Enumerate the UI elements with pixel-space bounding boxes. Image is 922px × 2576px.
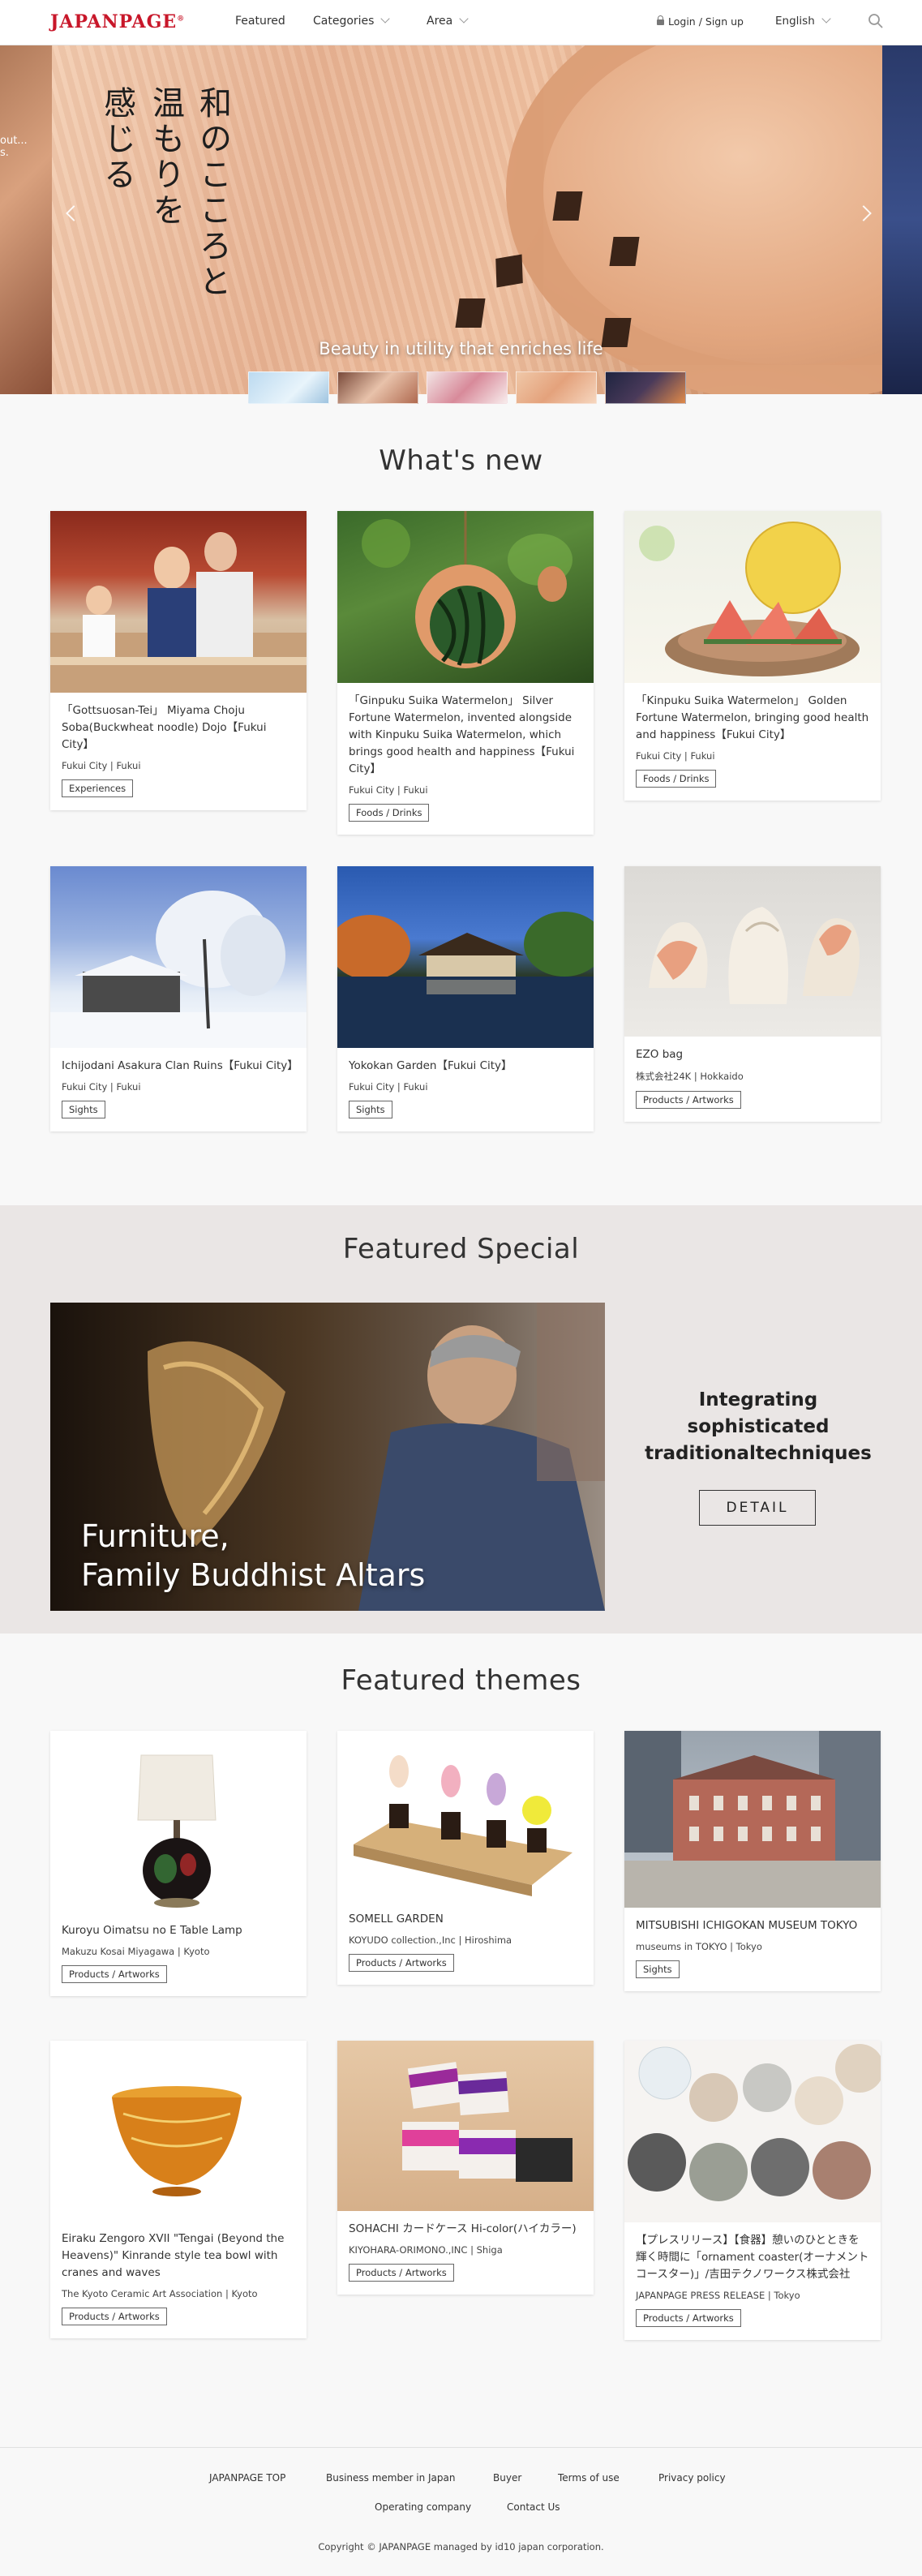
news-card[interactable]: 「Kinpuku Suika Watermelon」 Golden Fortun… [624,511,881,801]
language-select[interactable]: English [775,14,831,28]
news-card-location: Fukui City | Fukui [349,1081,428,1093]
theme-card-location: KIYOHARA-ORIMONO.,INC | Shiga [349,2244,503,2256]
theme-card-image [337,2041,594,2211]
lock-icon [657,15,664,25]
news-card[interactable]: Ichijodani Asakura Clan Ruins【Fukui City… [50,866,307,1131]
news-card-image [50,511,307,693]
category-tag[interactable]: Products / Artworks [349,1954,454,1972]
hero-vertical-text-3: 感じる [98,86,135,193]
detail-button[interactable]: DETAIL [699,1490,816,1526]
copyright-text: Copyright © JAPANPAGE managed by id10 ja… [318,2541,604,2552]
login-link[interactable]: Login / Sign up [657,15,744,28]
category-tag[interactable]: Sights [62,1101,105,1118]
theme-card[interactable]: Eiraku Zengoro XVII "Tengai (Beyond the … [50,2041,307,2338]
news-card-location: Fukui City | Fukui [62,1081,141,1093]
news-card[interactable]: 「Gottsuosan-Tei」 Miyama Choju Soba(Buckw… [50,511,307,810]
footer-link-privacy[interactable]: Privacy policy [658,2472,726,2484]
theme-card-location: JAPANPAGE PRESS RELEASE | Tokyo [636,2290,800,2301]
featured-special-image[interactable]: Furniture, Family Buddhist Altars [50,1303,605,1611]
footer-link-business[interactable]: Business member in Japan [326,2472,455,2484]
news-card[interactable]: EZO bag 株式会社24K | Hokkaido Products / Ar… [624,866,881,1122]
category-tag[interactable]: Foods / Drinks [636,770,717,788]
category-tag[interactable]: Products / Artworks [62,1965,167,1983]
theme-card-title: 【プレスリリース】【食器】憩いのひとときを輝く時間に「ornament coas… [636,2234,869,2281]
chevron-down-icon [821,14,831,24]
search-icon[interactable] [868,13,884,29]
news-card-title: 「Gottsuosan-Tei」 Miyama Choju Soba(Buckw… [62,704,267,751]
hero-thumbnail-1[interactable] [248,371,329,404]
hero-thumbnail-3[interactable] [427,371,508,404]
news-card-image [624,866,881,1037]
theme-card-location: museums in TOKYO | Tokyo [636,1941,762,1952]
hero-left-fragment: out... s. [0,135,28,159]
news-card-title: Yokokan Garden【Fukui City】 [349,1059,512,1072]
category-tag[interactable]: Foods / Drinks [349,804,430,822]
category-tag[interactable]: Products / Artworks [62,2308,167,2325]
chevron-down-icon [380,14,391,24]
category-tag[interactable]: Sights [636,1960,680,1978]
hero-caption: Beauty in utility that enriches life [319,339,603,358]
news-card-location: Fukui City | Fukui [349,784,428,796]
footer-link-buyer[interactable]: Buyer [493,2472,521,2484]
news-card[interactable]: 「Ginpuku Suika Watermelon」 Silver Fortun… [337,511,594,835]
featured-special-description: Integrating sophisticated traditionaltec… [645,1389,872,1464]
hero-thumbnail-2[interactable] [337,371,418,404]
nav-categories[interactable]: Categories [313,14,391,28]
whats-new-heading: What's new [379,444,543,477]
footer-link-operating-company[interactable]: Operating company [375,2501,471,2513]
news-card-location: Fukui City | Fukui [636,750,715,762]
category-tag[interactable]: Products / Artworks [636,2309,741,2327]
news-card-location: 株式会社24K | Hokkaido [636,1071,744,1082]
theme-card[interactable]: MITSUBISHI ICHIGOKAN MUSEUM TOKYO museum… [624,1731,881,1991]
theme-card-image [624,1731,881,1908]
theme-card-image [624,2041,881,2222]
nav-featured[interactable]: Featured [235,15,285,28]
news-card-title: 「Ginpuku Suika Watermelon」 Silver Fortun… [349,694,575,775]
footer-link-contact[interactable]: Contact Us [507,2501,560,2513]
theme-card-title: Kuroyu Oimatsu no E Table Lamp [62,1924,242,1937]
featured-special-heading: Featured Special [342,1233,580,1265]
footer-link-top[interactable]: JAPANPAGE TOP [209,2472,285,2484]
hero-vertical-text-1: 和のこころと [194,86,231,300]
category-tag[interactable]: Sights [349,1101,392,1118]
news-card-location: Fukui City | Fukui [62,760,141,771]
theme-card-location: The Kyoto Ceramic Art Association | Kyot… [62,2288,258,2299]
theme-card-title: SOHACHI カードケース Hi-color(ハイカラー) [349,2222,577,2235]
theme-card-image [337,1731,594,1901]
site-logo[interactable]: JAPANPAGE® [50,11,185,32]
news-card-title: EZO bag [636,1048,684,1061]
theme-card-title: SOMELL GARDEN [349,1913,444,1926]
theme-card-image [50,2041,307,2221]
theme-card-title: MITSUBISHI ICHIGOKAN MUSEUM TOKYO [636,1919,858,1932]
category-tag[interactable]: Experiences [62,779,134,797]
theme-card[interactable]: SOMELL GARDEN KOYUDO collection.,Inc | H… [337,1731,594,1985]
site-header: JAPANPAGE® Featured Categories Area Logi… [0,0,922,45]
hero-carousel[interactable]: out... s. 和のこころと 温もりを 感じる Beauty in util… [0,45,922,394]
footer-link-terms[interactable]: Terms of use [558,2472,620,2484]
nav-area[interactable]: Area [427,14,469,28]
theme-card-title: Eiraku Zengoro XVII "Tengai (Beyond the … [62,2232,285,2279]
theme-card[interactable]: SOHACHI カードケース Hi-color(ハイカラー) KIYOHARA-… [337,2041,594,2295]
theme-card-image [50,1731,307,1913]
featured-special-overlay: Furniture, Family Buddhist Altars [81,1518,426,1593]
theme-card-location: Makuzu Kosai Miyagawa | Kyoto [62,1946,210,1957]
news-card-image [50,866,307,1048]
featured-themes-heading: Featured themes [341,1664,581,1697]
category-tag[interactable]: Products / Artworks [636,1091,741,1109]
chevron-down-icon [459,14,469,24]
news-card-image [337,511,594,683]
news-card-image [337,866,594,1048]
news-card-title: Ichijodani Asakura Clan Ruins【Fukui City… [62,1059,298,1072]
news-card-image [624,511,881,683]
theme-card[interactable]: Kuroyu Oimatsu no E Table Lamp Makuzu Ko… [50,1731,307,1996]
news-card-title: 「Kinpuku Suika Watermelon」 Golden Fortun… [636,694,869,741]
category-tag[interactable]: Products / Artworks [349,2264,454,2282]
news-card[interactable]: Yokokan Garden【Fukui City】 Fukui City | … [337,866,594,1131]
hero-thumbnail-4[interactable] [516,371,597,404]
hero-vertical-text-2: 温もりを [147,86,184,229]
theme-card[interactable]: 【プレスリリース】【食器】憩いのひとときを輝く時間に「ornament coas… [624,2041,881,2340]
hero-thumbnail-5[interactable] [605,371,686,404]
theme-card-location: KOYUDO collection.,Inc | Hiroshima [349,1934,512,1946]
